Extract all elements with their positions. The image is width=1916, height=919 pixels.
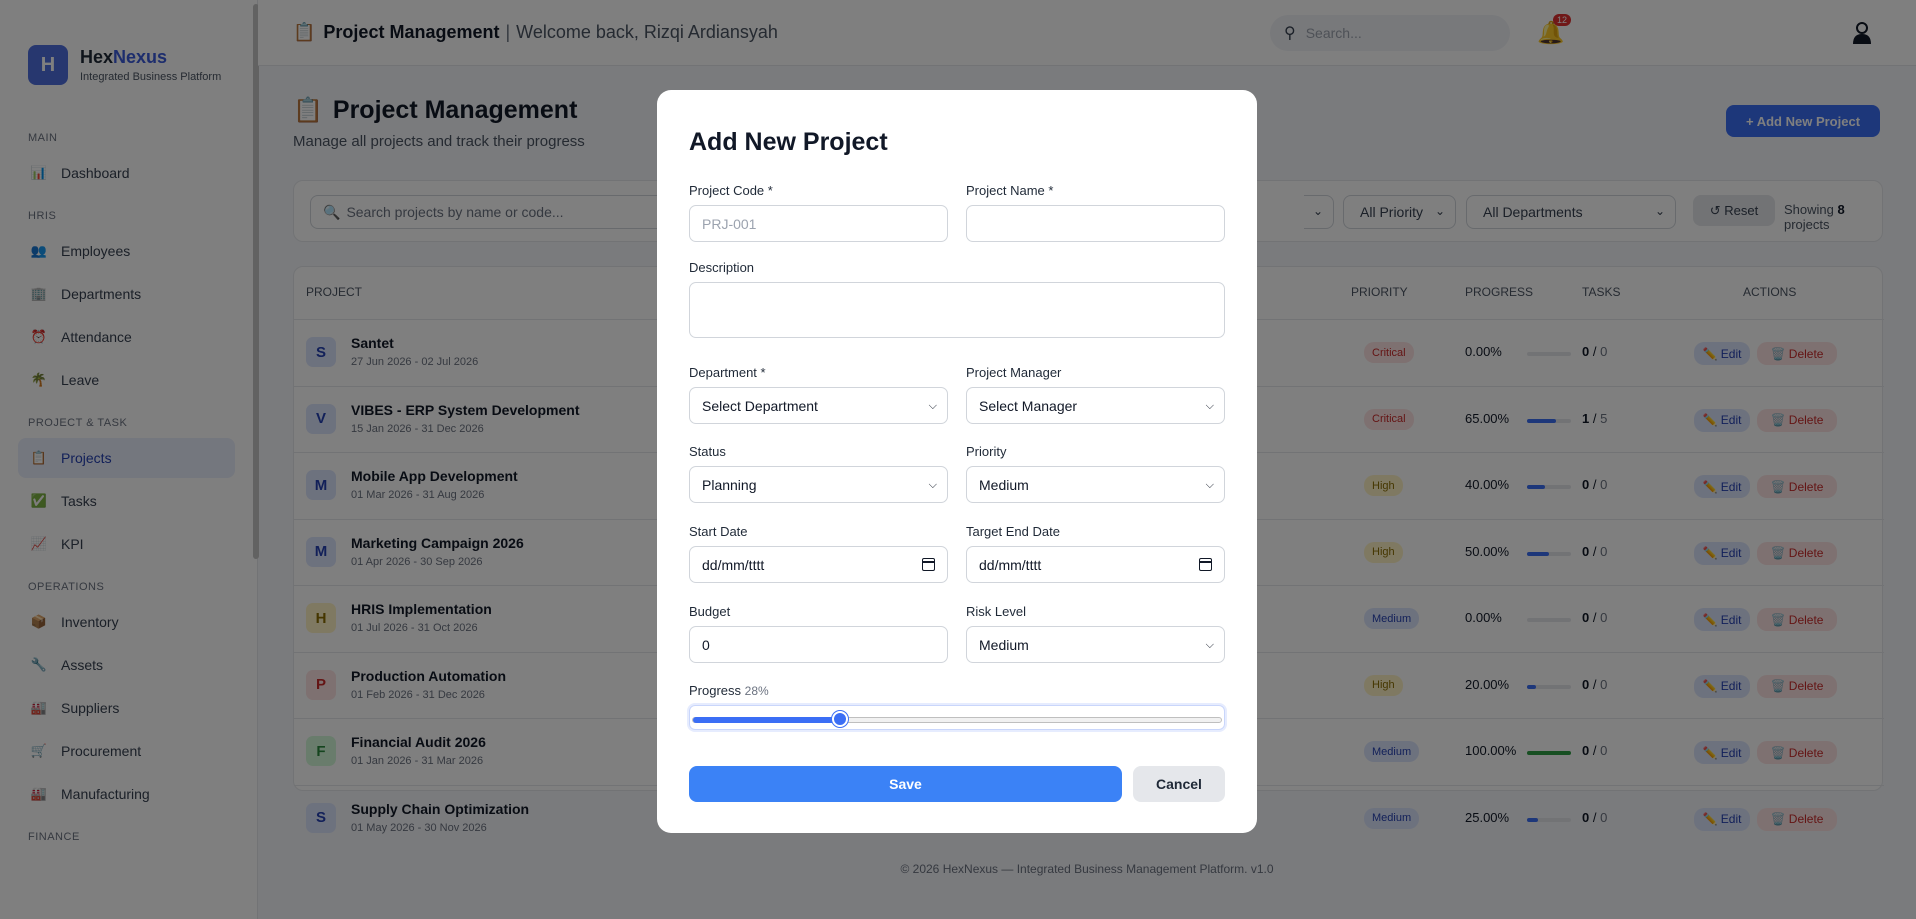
project-code-label: Project Code * — [689, 183, 773, 198]
progress-label: Progress 28% — [689, 683, 769, 698]
budget-input[interactable]: 0 — [689, 626, 948, 663]
budget-label: Budget — [689, 604, 731, 619]
priority-select[interactable]: Medium ⌵ — [966, 466, 1225, 503]
project-manager-label: Project Manager — [966, 365, 1062, 380]
project-name-input[interactable] — [966, 205, 1225, 242]
project-code-input[interactable]: PRJ-001 — [689, 205, 948, 242]
calendar-icon[interactable] — [922, 558, 935, 571]
slider-fill — [693, 717, 841, 723]
description-label: Description — [689, 260, 755, 275]
risk-level-label: Risk Level — [966, 604, 1026, 619]
risk-level-select[interactable]: Medium ⌵ — [966, 626, 1225, 663]
status-label: Status — [689, 444, 726, 459]
start-date-label: Start Date — [689, 524, 748, 539]
department-select[interactable]: Select Department ⌵ — [689, 387, 948, 424]
start-date-input[interactable]: dd/mm/tttt — [689, 546, 948, 583]
calendar-icon[interactable] — [1199, 558, 1212, 571]
add-project-modal: Add New Project Project Code * PRJ-001 P… — [657, 90, 1257, 833]
slider-thumb[interactable] — [832, 711, 849, 727]
modal-title: Add New Project — [689, 128, 888, 156]
description-textarea[interactable] — [689, 282, 1225, 338]
chevron-down-icon: ⌵ — [1205, 479, 1214, 491]
target-end-date-input[interactable]: dd/mm/tttt — [966, 546, 1225, 583]
department-label: Department * — [689, 365, 766, 380]
progress-percent: 28% — [744, 684, 769, 698]
cancel-button[interactable]: Cancel — [1133, 766, 1225, 802]
progress-slider[interactable] — [689, 705, 1225, 730]
target-end-date-label: Target End Date — [966, 524, 1060, 539]
chevron-down-icon: ⌵ — [1205, 639, 1214, 651]
priority-label: Priority — [966, 444, 1007, 459]
chevron-down-icon: ⌵ — [928, 400, 937, 412]
project-manager-select[interactable]: Select Manager ⌵ — [966, 387, 1225, 424]
status-select[interactable]: Planning ⌵ — [689, 466, 948, 503]
slider-track[interactable] — [692, 717, 1222, 723]
project-name-label: Project Name * — [966, 183, 1054, 198]
chevron-down-icon: ⌵ — [928, 479, 937, 491]
save-button[interactable]: Save — [689, 766, 1122, 802]
chevron-down-icon: ⌵ — [1205, 400, 1214, 412]
